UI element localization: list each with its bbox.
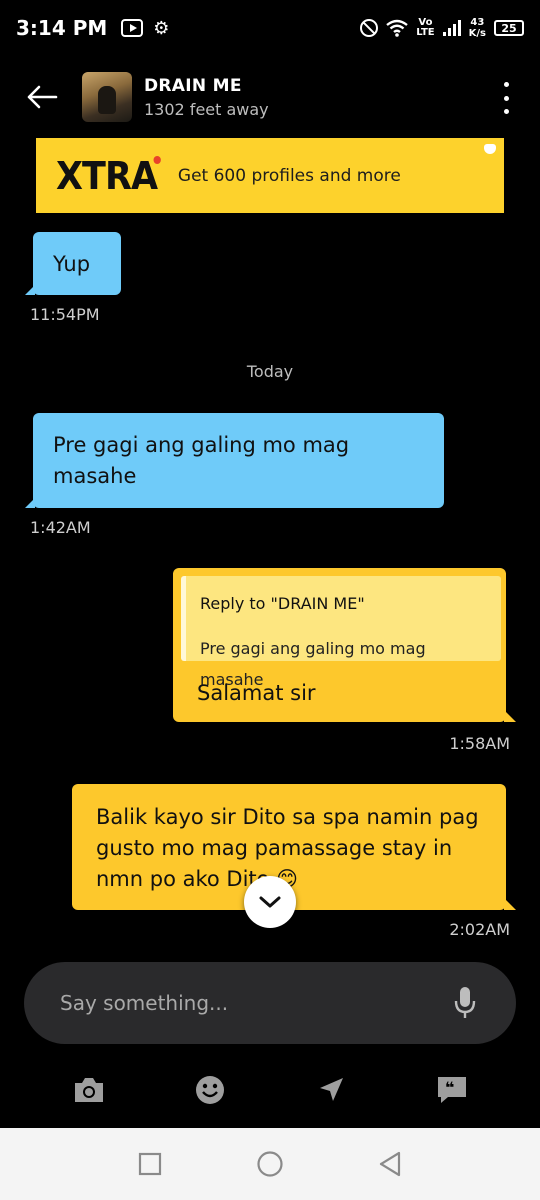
message-timestamp: 2:02AM xyxy=(449,920,510,939)
grindr-mask-icon xyxy=(484,144,496,154)
contact-name: DRAIN ME xyxy=(144,75,242,96)
status-bar: 3:14 PM ⚙ Vo LTE 43 K/s 25 xyxy=(0,0,540,56)
volte-indicator: Vo LTE xyxy=(416,17,435,38)
location-arrow-icon xyxy=(319,1078,343,1101)
banner-text: Get 600 profiles and more xyxy=(177,165,401,186)
battery-icon: 25 xyxy=(494,20,524,36)
system-navigation-bar xyxy=(0,1128,540,1200)
square-icon xyxy=(138,1152,162,1176)
reply-quote[interactable]: Reply to "DRAIN ME" Pre gagi ang galing … xyxy=(181,576,501,689)
saved-phrases-button[interactable]: ❝ xyxy=(430,1068,474,1112)
message-timestamp: 11:54PM xyxy=(30,305,100,324)
outgoing-message[interactable]: Reply to "DRAIN ME" Pre gagi ang galing … xyxy=(173,568,516,722)
day-divider: Today xyxy=(246,362,294,381)
message-text: Salamat sir xyxy=(197,681,316,705)
scroll-to-bottom-button[interactable] xyxy=(244,876,296,928)
svg-text:❝: ❝ xyxy=(445,1078,454,1097)
back-nav-button[interactable] xyxy=(370,1144,410,1184)
camera-icon xyxy=(74,1078,103,1102)
signal-icon xyxy=(442,20,461,36)
message-text: Yup xyxy=(53,252,91,276)
message-text: Balik kayo sir Dito sa spa namin pag gus… xyxy=(96,805,479,891)
do-not-disturb-icon xyxy=(360,19,379,37)
more-dot-icon xyxy=(503,82,509,87)
chat-header: DRAIN ME 1302 feet away xyxy=(0,64,540,130)
gear-icon: ⚙ xyxy=(153,17,170,39)
contact-avatar[interactable] xyxy=(82,72,132,122)
location-button[interactable] xyxy=(309,1068,353,1112)
home-button[interactable] xyxy=(250,1144,290,1184)
xtra-logo-dot xyxy=(153,155,161,164)
chat-toolbar: ❝ xyxy=(0,1060,540,1120)
back-button[interactable] xyxy=(10,65,74,129)
message-text: Pre gagi ang galing mo mag masahe xyxy=(53,433,350,488)
more-dot-icon xyxy=(503,109,509,114)
message-input[interactable] xyxy=(60,991,450,1015)
more-options-button[interactable] xyxy=(494,82,518,114)
reply-to-label: Reply to "DRAIN ME" xyxy=(200,594,365,613)
camera-button[interactable] xyxy=(67,1068,111,1112)
microphone-icon xyxy=(454,987,476,1018)
xtra-logo: XTRA xyxy=(56,154,161,198)
network-speed: 43 K/s xyxy=(468,17,486,39)
message-composer xyxy=(24,962,516,1044)
quote-bubble-icon: ❝ xyxy=(437,1077,466,1103)
more-dot-icon xyxy=(503,95,509,101)
incoming-message[interactable]: Yup xyxy=(25,232,121,295)
emoji-button[interactable] xyxy=(188,1068,232,1112)
wifi-icon xyxy=(386,19,409,37)
back-arrow-icon xyxy=(27,85,58,109)
recents-button[interactable] xyxy=(130,1144,170,1184)
chevron-down-icon xyxy=(259,896,281,908)
message-timestamp: 1:58AM xyxy=(449,734,510,753)
youtube-icon xyxy=(121,19,144,37)
circle-icon xyxy=(257,1151,283,1177)
contact-info[interactable]: DRAIN ME 1302 feet away xyxy=(144,76,269,119)
xtra-upsell-banner[interactable]: XTRA Get 600 profiles and more xyxy=(36,138,504,213)
contact-distance: 1302 feet away xyxy=(144,99,269,119)
message-timestamp: 1:42AM xyxy=(30,518,91,537)
triangle-back-icon xyxy=(379,1151,401,1177)
status-time: 3:14 PM xyxy=(16,16,108,40)
incoming-message[interactable]: Pre gagi ang galing mo mag masahe xyxy=(25,413,444,508)
microphone-button[interactable] xyxy=(450,983,480,1023)
smiley-icon xyxy=(195,1076,224,1104)
